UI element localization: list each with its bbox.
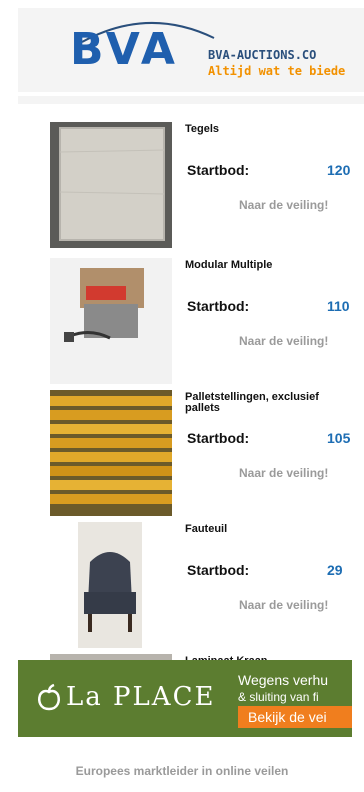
listing-image[interactable] — [50, 522, 172, 648]
ad-brand: La PLACE — [66, 682, 216, 712]
price-label: Startbod: — [187, 430, 250, 446]
listing-item[interactable]: Palletstellingen, exclusief pallets Star… — [0, 390, 364, 520]
ad-cta-button[interactable]: Bekijk de vei — [238, 706, 352, 728]
price-label: Startbod: — [187, 298, 250, 314]
brand-slogan: Altijd wat te biede — [208, 64, 346, 78]
listing-title[interactable]: Fauteuil — [185, 524, 352, 535]
listing-image[interactable] — [50, 122, 172, 248]
auction-link[interactable]: Naar de veiling! — [239, 334, 328, 348]
bva-logo[interactable]: BVA — [70, 28, 179, 72]
price-label: Startbod: — [187, 562, 250, 578]
ad-subline: & sluiting van fi — [238, 690, 319, 704]
auction-link[interactable]: Naar de veiling! — [239, 466, 328, 480]
listing-title[interactable]: Modular Multiple — [185, 260, 352, 271]
laplace-logo-icon — [38, 683, 60, 711]
price-label: Startbod: — [187, 162, 250, 178]
price-value: 105 — [327, 430, 351, 446]
header-banner[interactable]: BVA BVA-AUCTIONS.CO Altijd wat te biede — [18, 8, 364, 92]
auction-link[interactable]: Naar de veiling! — [239, 198, 328, 212]
footer-tagline: Europees marktleider in online veilen — [75, 764, 289, 778]
listing-item[interactable]: Fauteuil Startbod: 29 Naar de veiling! — [0, 522, 364, 652]
listing-title[interactable]: Palletstellingen, exclusief pallets — [185, 392, 352, 414]
ad-headline: Wegens verhu — [238, 672, 329, 688]
price-value: 120 — [327, 162, 351, 178]
price-value: 29 — [327, 562, 343, 578]
listing-image[interactable] — [50, 258, 172, 384]
brand-domain: BVA-AUCTIONS.CO — [208, 48, 317, 62]
header-divider — [18, 96, 364, 104]
listing-image[interactable] — [50, 390, 172, 516]
listing-title[interactable]: Tegels — [185, 124, 352, 135]
auction-link[interactable]: Naar de veiling! — [239, 598, 328, 612]
ad-banner[interactable]: La PLACE Wegens verhu & sluiting van fi … — [18, 660, 352, 737]
price-value: 110 — [327, 298, 350, 314]
listing-item[interactable]: Modular Multiple Startbod: 110 Naar de v… — [0, 258, 364, 388]
listing-item[interactable]: Tegels Startbod: 120 Naar de veiling! — [0, 122, 364, 252]
